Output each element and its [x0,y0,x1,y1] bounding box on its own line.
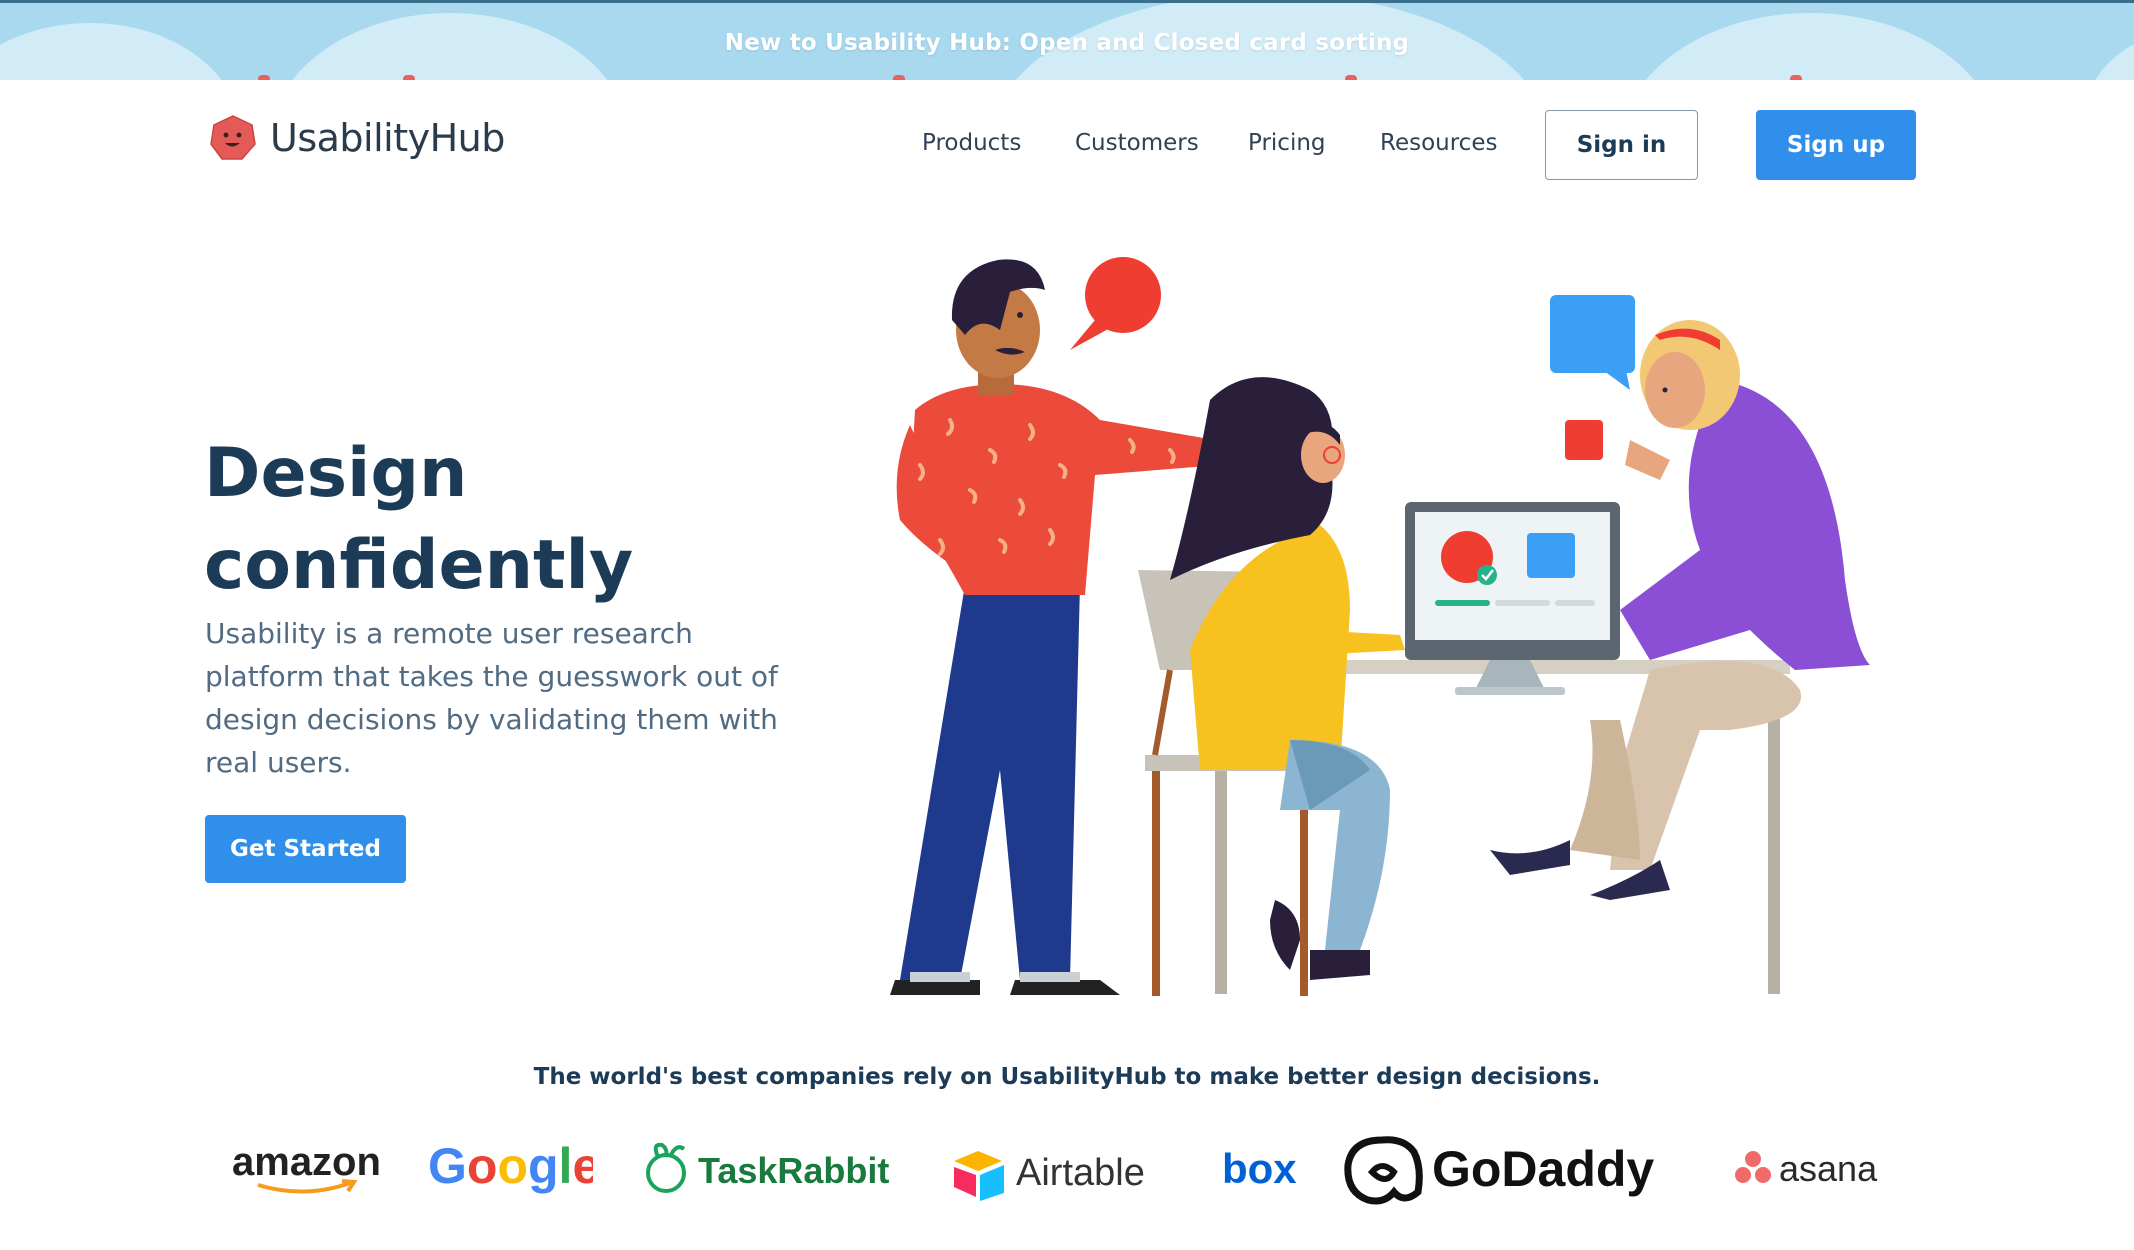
svg-text:asana: asana [1779,1148,1878,1189]
box-logo-icon: box [1222,1145,1297,1192]
amazon-logo: amazon [230,1135,380,1205]
seated-woman [1170,377,1405,980]
svg-text:GoDaddy: GoDaddy [1432,1141,1654,1197]
hero-subtitle: Usability is a remote user research plat… [205,617,778,779]
svg-text:TaskRabbit: TaskRabbit [698,1150,889,1191]
hexagon-face-icon [210,115,256,160]
nav-products[interactable]: Products [922,130,1021,156]
svg-text:Airtable: Airtable [1016,1152,1145,1194]
hero-title: Design confidently [204,434,634,605]
google-logo: Google [428,1135,593,1205]
hero-illustration [890,257,1870,996]
airtable-logo: Airtable [950,1135,1175,1205]
godaddy-logo: GoDaddy [1342,1135,1682,1205]
logo-text: UsabilityHub [270,116,505,160]
logo[interactable]: UsabilityHub [208,113,505,163]
svg-text:Google: Google [428,1138,593,1194]
nav-customers[interactable]: Customers [1075,130,1199,156]
asana-logo-icon: asana [1735,1148,1878,1189]
box-logo: box [1220,1135,1300,1205]
announcement-banner[interactable]: New to Usability Hub: Open and Closed ca… [0,0,2134,80]
sign-up-button[interactable]: Sign up [1756,110,1916,180]
godaddy-logo-icon: GoDaddy [1344,1136,1654,1205]
google-logo-icon: Google [428,1138,593,1194]
asana-logo: asana [1733,1135,1903,1205]
nav-resources[interactable]: Resources [1380,130,1497,156]
airtable-logo-icon: Airtable [954,1151,1145,1201]
red-speech-bubble [1070,257,1161,350]
banner-text[interactable]: New to Usability Hub: Open and Closed ca… [0,3,2134,80]
taskrabbit-logo: TaskRabbit [640,1135,900,1205]
nav-pricing[interactable]: Pricing [1248,130,1326,156]
svg-text:box: box [1222,1145,1297,1192]
sign-in-button[interactable]: Sign in [1545,110,1698,180]
taskrabbit-logo-icon: TaskRabbit [646,1142,889,1193]
svg-text:amazon: amazon [232,1140,380,1184]
amazon-logo-icon: amazon [232,1140,380,1194]
trust-headline: The world's best companies rely on Usabi… [533,1064,1601,1090]
get-started-button[interactable]: Get Started [205,815,406,883]
blue-speech-bubble [1550,295,1635,390]
